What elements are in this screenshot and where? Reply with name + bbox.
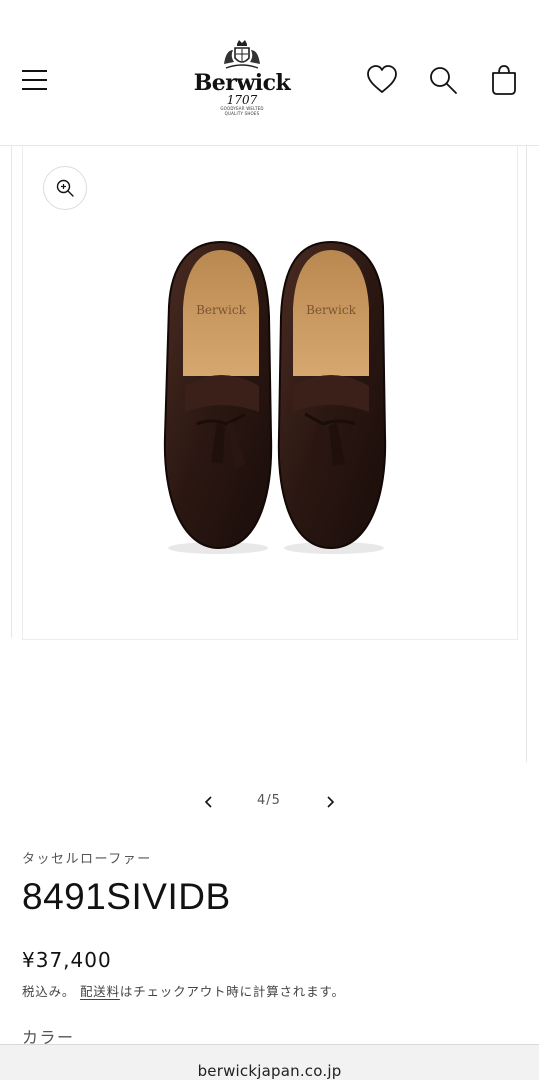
- menu-icon: [22, 70, 47, 90]
- slide-counter: 4/5: [257, 793, 281, 808]
- crest-icon: [224, 40, 260, 69]
- tax-note: 税込み。 配送料はチェックアウト時に計算されます。: [22, 981, 345, 1000]
- previous-slide-peek: [0, 146, 12, 638]
- url-text: berwickjapan.co.jp: [197, 1062, 342, 1080]
- brand-name: Berwick: [193, 70, 291, 96]
- tax-suffix: はチェックアウト時に計算されます。: [119, 984, 345, 999]
- product-image-slide[interactable]: Berwick Berwick: [22, 146, 518, 640]
- slider-navigation: 4/5: [0, 784, 539, 820]
- product-vendor: タッセルローファー: [22, 852, 152, 867]
- tax-prefix: 税込み。: [22, 984, 76, 999]
- zoom-button[interactable]: [43, 166, 87, 210]
- site-header: Berwick 1707 GOODYEAR WELTED QUALITY SHO…: [0, 0, 539, 146]
- brand-tagline-2: QUALITY SHOES: [224, 111, 260, 116]
- cart-button[interactable]: [486, 62, 522, 98]
- chevron-right-icon: [327, 796, 335, 808]
- brand-logo[interactable]: Berwick 1707 GOODYEAR WELTED QUALITY SHO…: [190, 38, 294, 126]
- search-icon: [430, 67, 457, 94]
- svg-text:Berwick: Berwick: [196, 303, 246, 317]
- product-price: ¥37,400: [22, 948, 112, 972]
- browser-url-bar[interactable]: berwickjapan.co.jp: [0, 1044, 539, 1080]
- search-button[interactable]: [425, 62, 461, 98]
- product-title: 8491SIVIDB: [22, 876, 231, 917]
- product-gallery[interactable]: Berwick Berwick: [0, 146, 539, 766]
- heart-icon: [367, 65, 397, 93]
- previous-slide-button[interactable]: [192, 784, 226, 820]
- svg-text:Berwick: Berwick: [306, 303, 356, 317]
- shipping-link[interactable]: 配送料: [80, 984, 120, 999]
- next-slide-peek: [526, 146, 539, 762]
- wishlist-button[interactable]: [364, 62, 400, 98]
- menu-button[interactable]: [16, 62, 52, 98]
- zoom-icon: [56, 179, 74, 197]
- cart-icon: [492, 65, 516, 95]
- chevron-left-icon: [204, 796, 212, 808]
- next-slide-button[interactable]: [313, 784, 347, 820]
- product-image-tassel-loafers: Berwick Berwick: [163, 240, 387, 554]
